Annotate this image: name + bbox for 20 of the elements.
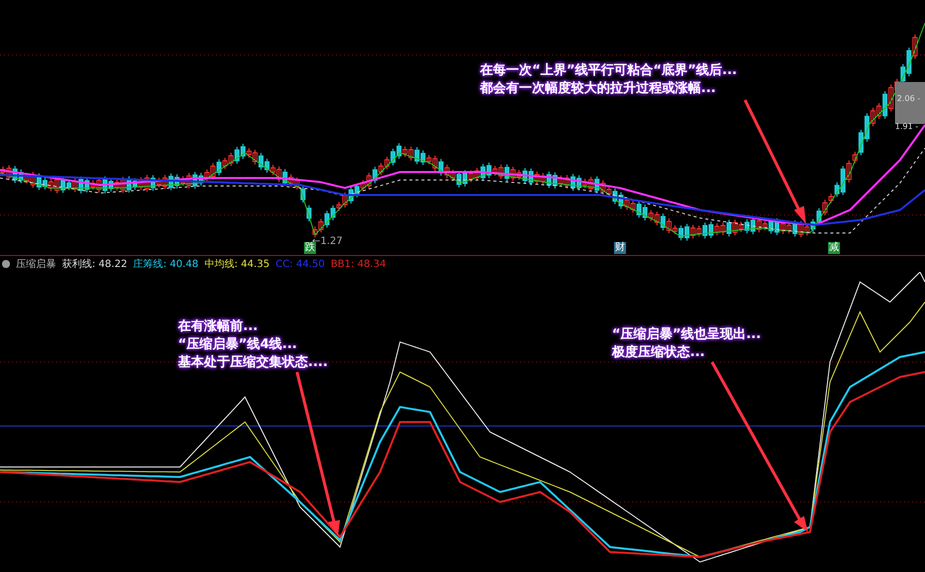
- price-label: 2.06 -: [897, 94, 920, 103]
- annotation-text: 都会有一次幅度较大的拉升过程或涨幅...: [480, 80, 717, 98]
- indicator-name: 压缩启暴: [16, 258, 56, 271]
- annotation-text: “压缩启暴”线也呈现出...: [612, 326, 761, 344]
- indicator-value: 获利线: 48.22: [62, 258, 128, 271]
- annotation-text: 在每一次“上界”线平行可粘合“底界”线后...: [480, 62, 737, 80]
- indicator-value: BB1: 48.34: [330, 258, 386, 270]
- annotation-text: 在有涨幅前...: [178, 318, 259, 336]
- signal-badge: 减: [828, 242, 840, 254]
- annotation-text: 基本处于压缩交集状态....: [178, 354, 328, 372]
- signal-badge: 财: [614, 242, 626, 254]
- price-range-box: [895, 82, 925, 124]
- indicator-value: CC: 44.50: [276, 258, 325, 270]
- circle-icon: [2, 260, 10, 268]
- signal-badge: 跌: [304, 242, 316, 254]
- indicator-value: 中均线: 44.35: [204, 258, 270, 271]
- annotation-text: 极度压缩状态...: [612, 344, 706, 362]
- indicator-value: 庄筹线: 40.48: [133, 258, 198, 271]
- annotation-text: “压缩启暴”线4线...: [178, 336, 298, 354]
- price-label: 1.91 -: [895, 122, 918, 131]
